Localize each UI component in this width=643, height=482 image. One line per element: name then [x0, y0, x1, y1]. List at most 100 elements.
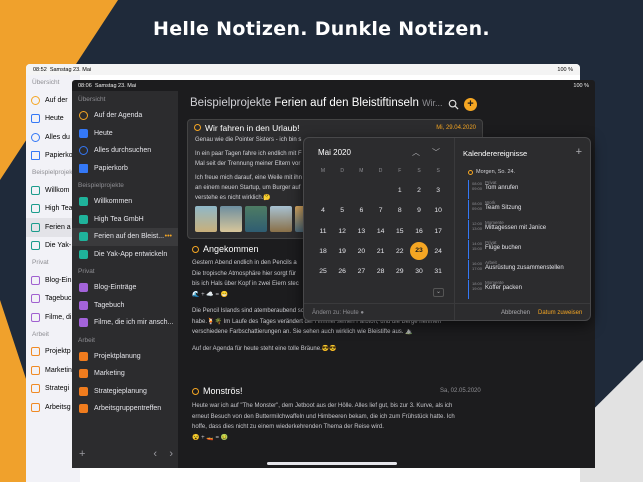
event-item[interactable]: 18:00 19:00 Momente Koffer packen	[468, 280, 586, 299]
calendar-icon	[79, 128, 88, 138]
title-project[interactable]: Beispielprojekte	[190, 97, 271, 109]
calendar-day[interactable]: 19	[333, 248, 351, 255]
calendar-day[interactable]: 23	[410, 241, 428, 260]
calendar-day[interactable]: 7	[372, 207, 390, 214]
calendar-day[interactable]: 22	[391, 248, 409, 255]
sidebar-item-agenda[interactable]: Auf der Agenda	[72, 107, 178, 125]
notebook-icon	[31, 384, 40, 394]
calendar-day[interactable]: 24	[429, 248, 447, 255]
headline: Helle Notizen. Dunkle Notizen.	[153, 18, 490, 40]
event-time: 12:00 13:00	[472, 221, 485, 239]
sidebar-item-today[interactable]: Heute	[72, 125, 178, 143]
notebook-icon	[79, 404, 88, 414]
calendar-day[interactable]: 3	[429, 187, 447, 194]
dark-status-date: Samstag 23. Mai	[94, 82, 137, 89]
checkbox-icon[interactable]	[192, 387, 199, 395]
chevron-down-icon[interactable]: ﹀	[432, 147, 440, 158]
calendar-day[interactable]: 4	[314, 207, 332, 214]
calendar-day[interactable]: 9	[410, 207, 428, 214]
assign-date-button[interactable]: Datum zuweisen	[538, 304, 582, 320]
photo-thumbnail[interactable]	[245, 206, 267, 232]
forward-icon[interactable]: ›	[169, 448, 173, 460]
weekday-row: MDMDFSS	[304, 168, 454, 176]
dark-status-bar: 08:06 Samstag 23. Mai 100 %	[72, 80, 595, 91]
calendar-day[interactable]: 20	[352, 248, 370, 255]
calendar-day[interactable]: 30	[410, 268, 428, 275]
sidebar-item-strategy[interactable]: Strategieplanung	[72, 383, 178, 401]
sidebar-toolbar: + ‹ ›	[79, 448, 173, 460]
sun-icon	[31, 95, 40, 105]
event-info: Momente Mittagessen mit Janice	[485, 220, 546, 239]
calendar-day[interactable]: 25	[314, 268, 332, 275]
checkbox-icon[interactable]	[194, 124, 201, 131]
add-icon[interactable]: +	[79, 448, 85, 460]
calendar-day[interactable]: 15	[391, 228, 409, 235]
sidebar-item-movies[interactable]: Filme, die ich mir ansch...	[72, 314, 178, 332]
calendar-day[interactable]: 28	[372, 268, 390, 275]
photo-thumbnail[interactable]	[195, 206, 217, 232]
event-info: Momente Koffer packen	[485, 280, 522, 299]
calendar-day[interactable]: 13	[352, 228, 370, 235]
add-note-button[interactable]: +	[464, 98, 477, 111]
event-item[interactable]: 08:00 09:00 Privat Tom anrufen	[468, 180, 586, 199]
calendar-day[interactable]: 18	[314, 248, 332, 255]
photo-thumbnail[interactable]	[220, 206, 242, 232]
notebook-icon	[31, 365, 40, 375]
event-item[interactable]: 14:00 15:00 Privat Flüge buchen	[468, 240, 586, 259]
calendar-day[interactable]: 17	[429, 228, 447, 235]
cancel-button[interactable]: Abbrechen	[501, 304, 530, 320]
notebook-icon	[79, 214, 88, 224]
event-item[interactable]: 12:00 13:00 Momente Mittagessen mit Janice	[468, 220, 586, 239]
calendar-day[interactable]: 10	[429, 207, 447, 214]
chevron-down-icon[interactable]: ⌄	[433, 288, 444, 297]
note-monster-header[interactable]: Monströs!	[192, 386, 243, 396]
sidebar-item-planning[interactable]: Projektplanung	[72, 348, 178, 366]
sidebar-item-diary[interactable]: Tagebuch	[72, 297, 178, 315]
calendar-day[interactable]: 21	[372, 248, 390, 255]
back-icon[interactable]: ‹	[153, 448, 157, 460]
calendar-day[interactable]: 2	[410, 187, 428, 194]
notebook-icon	[79, 300, 88, 310]
sidebar-item-yak[interactable]: Die Yak-App entwickeln	[72, 246, 178, 264]
calendar-day[interactable]: 14	[372, 228, 390, 235]
weekday-label: M	[359, 168, 364, 174]
sidebar-item-welcome[interactable]: Willkommen	[72, 193, 178, 211]
light-status-battery: 100 %	[557, 66, 573, 73]
calendar-day[interactable]: 1	[391, 187, 409, 194]
checkbox-icon[interactable]	[192, 245, 199, 253]
sidebar-item-search[interactable]: Alles durchsuchen	[72, 142, 178, 160]
search-icon[interactable]	[448, 99, 459, 110]
calendar-day[interactable]: 16	[410, 228, 428, 235]
calendar-day[interactable]: 11	[314, 228, 332, 235]
event-name: Tom anrufen	[485, 185, 519, 191]
sidebar-item-vacation[interactable]: Ferien auf den Bleist... •••	[72, 228, 178, 246]
more-options-icon[interactable]: •••	[165, 233, 172, 240]
calendar-day[interactable]: 27	[352, 268, 370, 275]
sidebar-item-marketing[interactable]: Marketing	[72, 365, 178, 383]
chevron-up-icon[interactable]: ︿	[412, 147, 420, 158]
calendar-day[interactable]: 5	[333, 207, 351, 214]
calendar-icon	[31, 114, 40, 124]
event-end: 13:00	[472, 226, 483, 231]
calendar-day[interactable]: 26	[333, 268, 351, 275]
calendar-day[interactable]: 31	[429, 268, 447, 275]
notebook-icon	[79, 197, 88, 207]
change-to-today[interactable]: Ändern zu: Heute ●	[304, 303, 454, 320]
note-title: Monströs!	[203, 386, 243, 396]
calendar-day[interactable]: 12	[333, 228, 351, 235]
sidebar-item-hightea[interactable]: High Tea GmbH	[72, 211, 178, 229]
sidebar-item-meetings[interactable]: Arbeitsgruppentreffen	[72, 400, 178, 418]
photo-thumbnail[interactable]	[270, 206, 292, 232]
sun-icon	[79, 111, 88, 121]
calendar-day[interactable]: 8	[391, 207, 409, 214]
add-event-icon[interactable]: +	[576, 146, 582, 158]
sidebar-item-blog[interactable]: Blog-Einträge	[72, 279, 178, 297]
event-item[interactable]: 08:00 09:00 Work Team Sitzung	[468, 200, 586, 219]
note-arrived-header[interactable]: Angekommen	[192, 244, 259, 254]
event-item[interactable]: 16:00 17:00 Arbeit Ausrüstung zusammenstell…	[468, 260, 586, 279]
calendar-day[interactable]: 29	[391, 268, 409, 275]
sidebar-item-trash[interactable]: Papierkorb	[72, 160, 178, 178]
note-date: Sa, 02.05.2020	[440, 388, 481, 394]
note-line: 😵 + 🚤 = 🤢	[192, 434, 229, 441]
calendar-day[interactable]: 6	[352, 207, 370, 214]
